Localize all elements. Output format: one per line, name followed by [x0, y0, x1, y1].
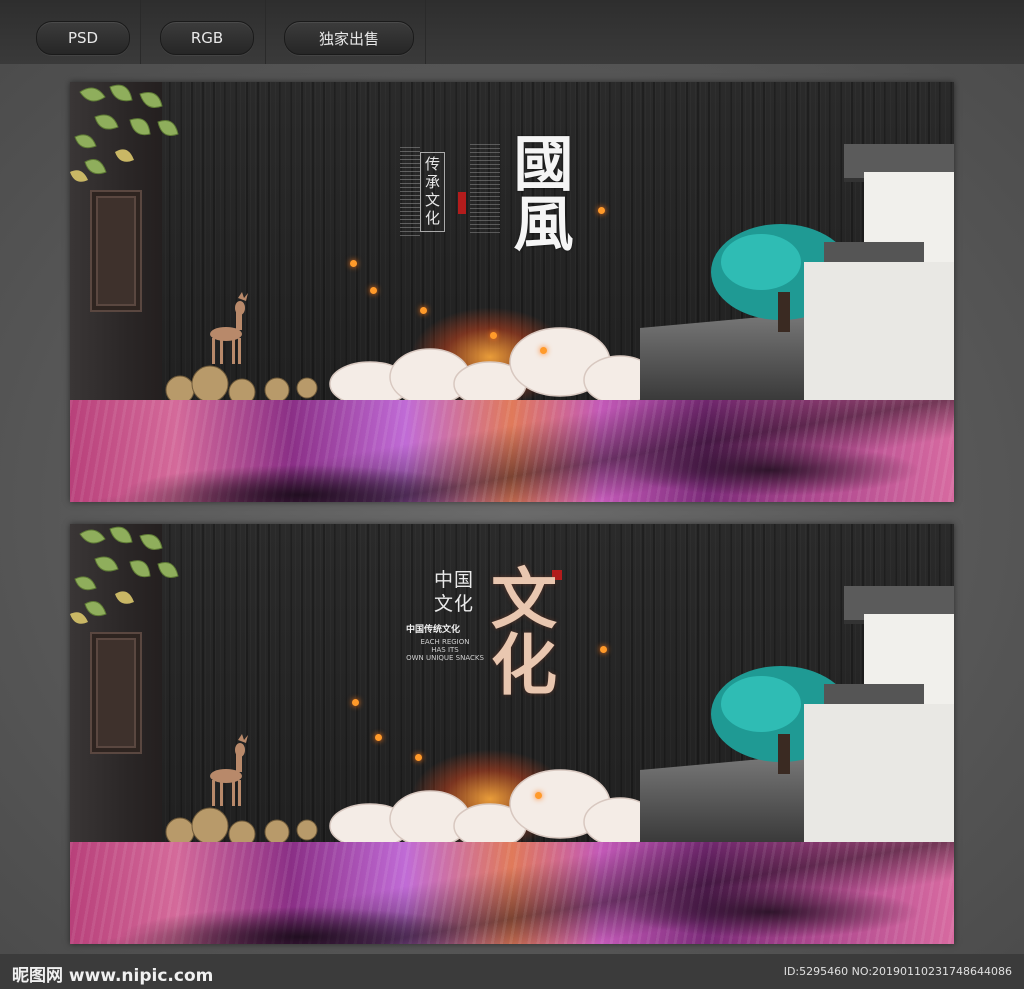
deer-statue-icon [210, 734, 248, 806]
tagline: 中国传统文化 [406, 625, 461, 635]
top-toolbar: PSD RGB 独家出售 [0, 0, 1024, 65]
exclusive-sale-button[interactable]: 独家出售 [284, 21, 414, 55]
golden-flowers-icon [165, 365, 318, 404]
image-id: ID:5295460 NO:20190110231748644086 [783, 965, 1012, 978]
banner-guofeng: 传承文化 國風 [70, 82, 954, 502]
ember [350, 260, 357, 267]
white-wall-house [804, 704, 954, 842]
site-logo[interactable]: 昵图网 www.nipic.com [12, 961, 213, 986]
ginkgo-leaves-icon [70, 526, 179, 624]
english-line: HAS ITS [431, 646, 459, 654]
format-psd-button[interactable]: PSD [36, 21, 130, 55]
decorative-text-block [470, 144, 500, 234]
ember [535, 792, 542, 799]
ember [352, 699, 359, 706]
golden-flowers-icon [165, 807, 318, 846]
headline: 國風 [503, 132, 573, 252]
fabric-folds [70, 842, 954, 944]
english-line: EACH REGION [420, 638, 470, 646]
auspicious-clouds-icon [329, 769, 657, 849]
english-line: OWN UNIQUE SNACKS [406, 654, 484, 662]
carved-panel [90, 632, 142, 754]
banner-wenhua: 中国文化 中国传统文化 EACH REGION HAS ITS OWN UNIQ… [70, 524, 954, 944]
ember [598, 207, 605, 214]
deer-statue-icon [210, 292, 248, 364]
preview-stage: 传承文化 國風 中国文化 中国传统文化 EACH REGION HAS ITS … [0, 64, 1024, 954]
headline: 文化 [480, 564, 558, 696]
tagline: 传承文化 [420, 152, 445, 232]
fabric-folds [70, 400, 954, 502]
white-wall-house [804, 262, 954, 400]
ember [490, 332, 497, 339]
ember [600, 646, 607, 653]
ginkgo-leaves-icon [70, 84, 179, 182]
ember [370, 287, 377, 294]
ember [375, 734, 382, 741]
subtitle: 中国文化 [434, 569, 475, 615]
ember [415, 754, 422, 761]
watermark-bar: 昵图网 www.nipic.com ID:5295460 NO:20190110… [0, 954, 1024, 989]
ember [420, 307, 427, 314]
red-seal [458, 192, 466, 214]
decorative-text-block [400, 147, 420, 237]
carved-panel [90, 190, 142, 312]
ember [540, 347, 547, 354]
color-rgb-button[interactable]: RGB [160, 21, 254, 55]
